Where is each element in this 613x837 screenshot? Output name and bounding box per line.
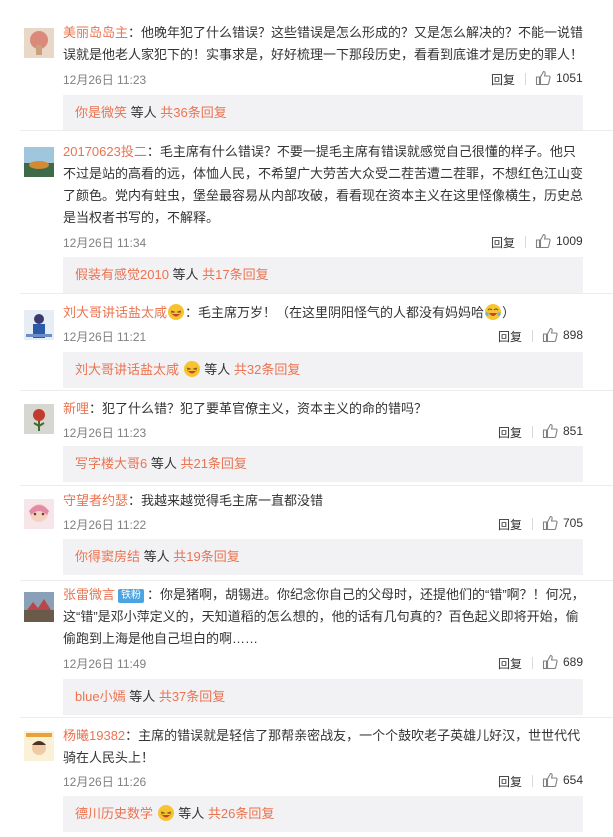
reply-count-link[interactable]: 共36条回复 (160, 105, 226, 120)
comment-text: ：我越来越觉得毛主席一直都没错 (128, 493, 324, 508)
reply-summary-etc: 等人 (168, 267, 203, 282)
comment-text-end: ） (502, 305, 516, 320)
comment-item: 刘大哥讲话盐太咸 ：毛主席万岁！（在这里阴阳怪气的人都没有妈妈哈 ） 12月26日 … (0, 294, 613, 390)
divider (532, 426, 533, 438)
like-count: 1051 (556, 71, 583, 85)
reply-summary[interactable]: 你是微笑 等人 共36条回复 (63, 95, 583, 131)
reply-count-link[interactable]: 共21条回复 (180, 456, 246, 471)
comment-item: 守望者约瑟：我越来越觉得毛主席一直都没错 12月26日 11:22 回复 705… (0, 486, 613, 580)
like-count: 898 (563, 328, 584, 342)
divider (525, 73, 526, 85)
comment-item: 杨曦19382：主席的错误就是轻信了那帮亲密战友，一个个鼓吹老子英雄儿好汉，世世… (0, 718, 613, 837)
like-count: 1009 (556, 234, 583, 248)
divider (532, 518, 533, 530)
reply-summary-etc: 等人 (125, 689, 159, 704)
like-count: 689 (563, 655, 584, 669)
reply-summary[interactable]: 德川历史数学 等人 共26条回复 (63, 796, 583, 832)
like-count: 654 (563, 773, 584, 787)
divider (525, 236, 526, 248)
avatar[interactable] (24, 147, 54, 177)
comment-time: 12月26日 11:26 (63, 775, 147, 789)
comment-username[interactable]: 美丽岛岛主 (63, 25, 128, 40)
comment-username[interactable]: 守望者约瑟 (63, 493, 128, 508)
comment-time: 12月26日 11:21 (63, 330, 147, 344)
comment-time: 12月26日 11:22 (63, 518, 147, 532)
reply-summary[interactable]: 假装有感觉2010 等人 共17条回复 (63, 257, 583, 293)
avatar[interactable] (24, 310, 54, 340)
comment-username[interactable]: 杨曦19382 (63, 728, 125, 743)
comment-username[interactable]: 张雷微言 (63, 587, 115, 602)
reply-summary-etc: 等人 (127, 105, 161, 120)
reply-summary-etc: 等人 (174, 806, 208, 821)
reply-button[interactable]: 回复 (498, 516, 522, 533)
fan-badge[interactable]: 铁粉 (118, 589, 145, 603)
reply-summary[interactable]: 刘大哥讲话盐太咸 等人 共32条回复 (63, 352, 583, 388)
comment-item: 美丽岛岛主：他晚年犯了什么错误？这些错误是怎么形成的？又是怎么解决的？不能一说错… (0, 0, 613, 131)
reply-summary-etc: 等人 (200, 362, 234, 377)
comment-time: 12月26日 11:34 (63, 236, 147, 250)
reply-summary-user[interactable]: 你是微笑 (75, 105, 127, 120)
avatar[interactable] (24, 499, 54, 529)
comment-text: ：主席的错误就是轻信了那帮亲密战友，一个个鼓吹老子英雄儿好汉，世世代代骑在人民头… (63, 728, 581, 765)
like-count: 851 (563, 424, 584, 438)
reply-summary-user[interactable]: blue小嫣 (75, 689, 126, 704)
divider (532, 330, 533, 342)
thumbs-up-icon[interactable] (542, 515, 558, 534)
reply-summary-etc: 等人 (140, 549, 174, 564)
reply-button[interactable]: 回复 (498, 424, 522, 441)
comment-username[interactable]: 刘大哥讲话盐太咸 (63, 305, 167, 320)
avatar[interactable] (24, 592, 54, 622)
comment-time: 12月26日 11:49 (63, 657, 147, 671)
reply-button[interactable]: 回复 (498, 655, 522, 672)
avatar[interactable] (24, 731, 54, 761)
laughing-emoji-icon (157, 800, 175, 821)
reply-summary[interactable]: 写字楼大哥6 等人 共21条回复 (63, 446, 583, 482)
reply-button[interactable]: 回复 (491, 234, 515, 251)
reply-summary-user[interactable]: 你得窦房结 (75, 549, 140, 564)
thumbs-up-icon[interactable] (542, 772, 558, 791)
comment-text: ：犯了什么错？犯了要革官僚主义，资本主义的命的错吗？ (89, 401, 428, 416)
divider (532, 775, 533, 787)
reply-button[interactable]: 回复 (498, 328, 522, 345)
thumbs-up-icon[interactable] (535, 233, 551, 252)
laughing-emoji-icon (167, 303, 185, 321)
comment-item: 张雷微言 铁粉 ：你是猪啊，胡锡进。你纪念你自己的父母时，还提他们的“错”啊？！何况… (0, 581, 613, 717)
comment-item: 20170623投二：毛主席有什么错误？不要一提毛主席有错误就感觉自己很懂的样子… (0, 131, 613, 293)
divider (532, 657, 533, 669)
comment-username[interactable]: 20170623投二 (63, 144, 147, 159)
reply-count-link[interactable]: 共19条回复 (173, 549, 239, 564)
comment-text: ：毛主席万岁！（在这里阴阳怪气的人都没有妈妈哈 (185, 305, 485, 320)
comment-username[interactable]: 新哩 (63, 401, 89, 416)
avatar[interactable] (24, 404, 54, 434)
reply-summary-user[interactable]: 假装有感觉2010 (75, 267, 169, 282)
thumbs-up-icon[interactable] (542, 423, 558, 442)
comment-text: ：他晚年犯了什么错误？这些错误是怎么形成的？又是怎么解决的？不能一说错误就是他老… (63, 25, 584, 62)
reply-button[interactable]: 回复 (491, 71, 515, 88)
reply-summary-user[interactable]: 德川历史数学 (75, 806, 153, 821)
reply-summary[interactable]: 你得窦房结 等人 共19条回复 (63, 539, 583, 575)
reply-summary[interactable]: blue小嫣 等人 共37条回复 (63, 679, 583, 715)
thumbs-up-icon[interactable] (535, 70, 551, 89)
reply-summary-user[interactable]: 写字楼大哥6 (75, 456, 147, 471)
thumbs-up-icon[interactable] (542, 327, 558, 346)
reply-count-link[interactable]: 共32条回复 (234, 362, 300, 377)
comment-time: 12月26日 11:23 (63, 426, 147, 440)
thumbs-up-icon[interactable] (542, 654, 558, 673)
reply-button[interactable]: 回复 (498, 773, 522, 790)
avatar[interactable] (24, 28, 54, 58)
reply-summary-etc: 等人 (147, 456, 181, 471)
like-count: 705 (563, 516, 584, 530)
reply-count-link[interactable]: 共17条回复 (202, 267, 268, 282)
reply-summary-user[interactable]: 刘大哥讲话盐太咸 (75, 362, 179, 377)
comment-time: 12月26日 11:23 (63, 73, 147, 87)
laughing-emoji-icon (183, 356, 201, 377)
laughing-tears-emoji-icon (484, 303, 502, 321)
comment-item: 新哩：犯了什么错？犯了要革官僚主义，资本主义的命的错吗？ 12月26日 11:2… (0, 391, 613, 485)
reply-count-link[interactable]: 共37条回复 (159, 689, 225, 704)
reply-count-link[interactable]: 共26条回复 (208, 806, 274, 821)
